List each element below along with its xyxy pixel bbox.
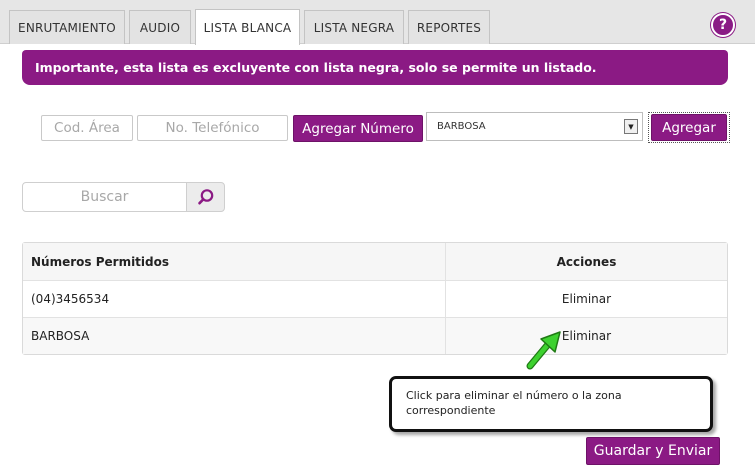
pointer-arrow-icon [526,331,561,370]
tab-reportes[interactable]: REPORTES [408,10,490,44]
table-header: Números Permitidos Acciones [23,243,727,280]
tab-audio[interactable]: AUDIO [129,10,191,44]
column-header-numbers: Números Permitidos [23,243,446,280]
notice-banner: Importante, esta lista es excluyente con… [22,50,728,85]
tab-enrutamiento[interactable]: ENRUTAMIENTO [9,10,125,44]
notice-text: Importante, esta lista es excluyente con… [35,60,597,75]
callout-text: Click para eliminar el número o la zona … [406,389,622,417]
tab-bar: ENRUTAMIENTO AUDIO LISTA BLANCA LISTA NE… [0,0,755,45]
help-callout: Click para eliminar el número o la zona … [389,376,713,432]
search-button[interactable] [186,182,225,212]
column-header-actions: Acciones [556,254,617,269]
add-button[interactable]: Agregar [651,114,727,141]
phone-number-input[interactable]: No. Telefónico [137,115,288,141]
delete-link[interactable]: Eliminar [446,318,727,354]
table-row: (04)3456534 Eliminar [23,280,727,317]
save-and-send-button[interactable]: Guardar y Enviar [586,437,720,465]
number-cell: BARBOSA [23,318,446,354]
table-row: BARBOSA Eliminar [23,317,727,354]
number-cell: (04)3456534 [23,281,446,317]
zone-select-value: BARBOSA [437,121,486,132]
help-icon[interactable]: ? [711,13,735,37]
search-input[interactable]: Buscar [22,182,187,212]
add-number-button[interactable]: Agregar Número [293,115,423,142]
tab-lista-blanca[interactable]: LISTA BLANCA [195,9,300,45]
add-button-focus-ring: Agregar [648,112,730,143]
search-icon [197,189,213,205]
tab-lista-negra[interactable]: LISTA NEGRA [304,10,404,44]
zone-select[interactable]: BARBOSA ▼ [426,112,643,141]
area-code-input[interactable]: Cod. Área [41,115,133,141]
delete-link[interactable]: Eliminar [446,281,727,317]
allowed-numbers-table: Números Permitidos Acciones (04)3456534 … [22,242,728,355]
dropdown-arrow-icon[interactable]: ▼ [624,119,638,134]
